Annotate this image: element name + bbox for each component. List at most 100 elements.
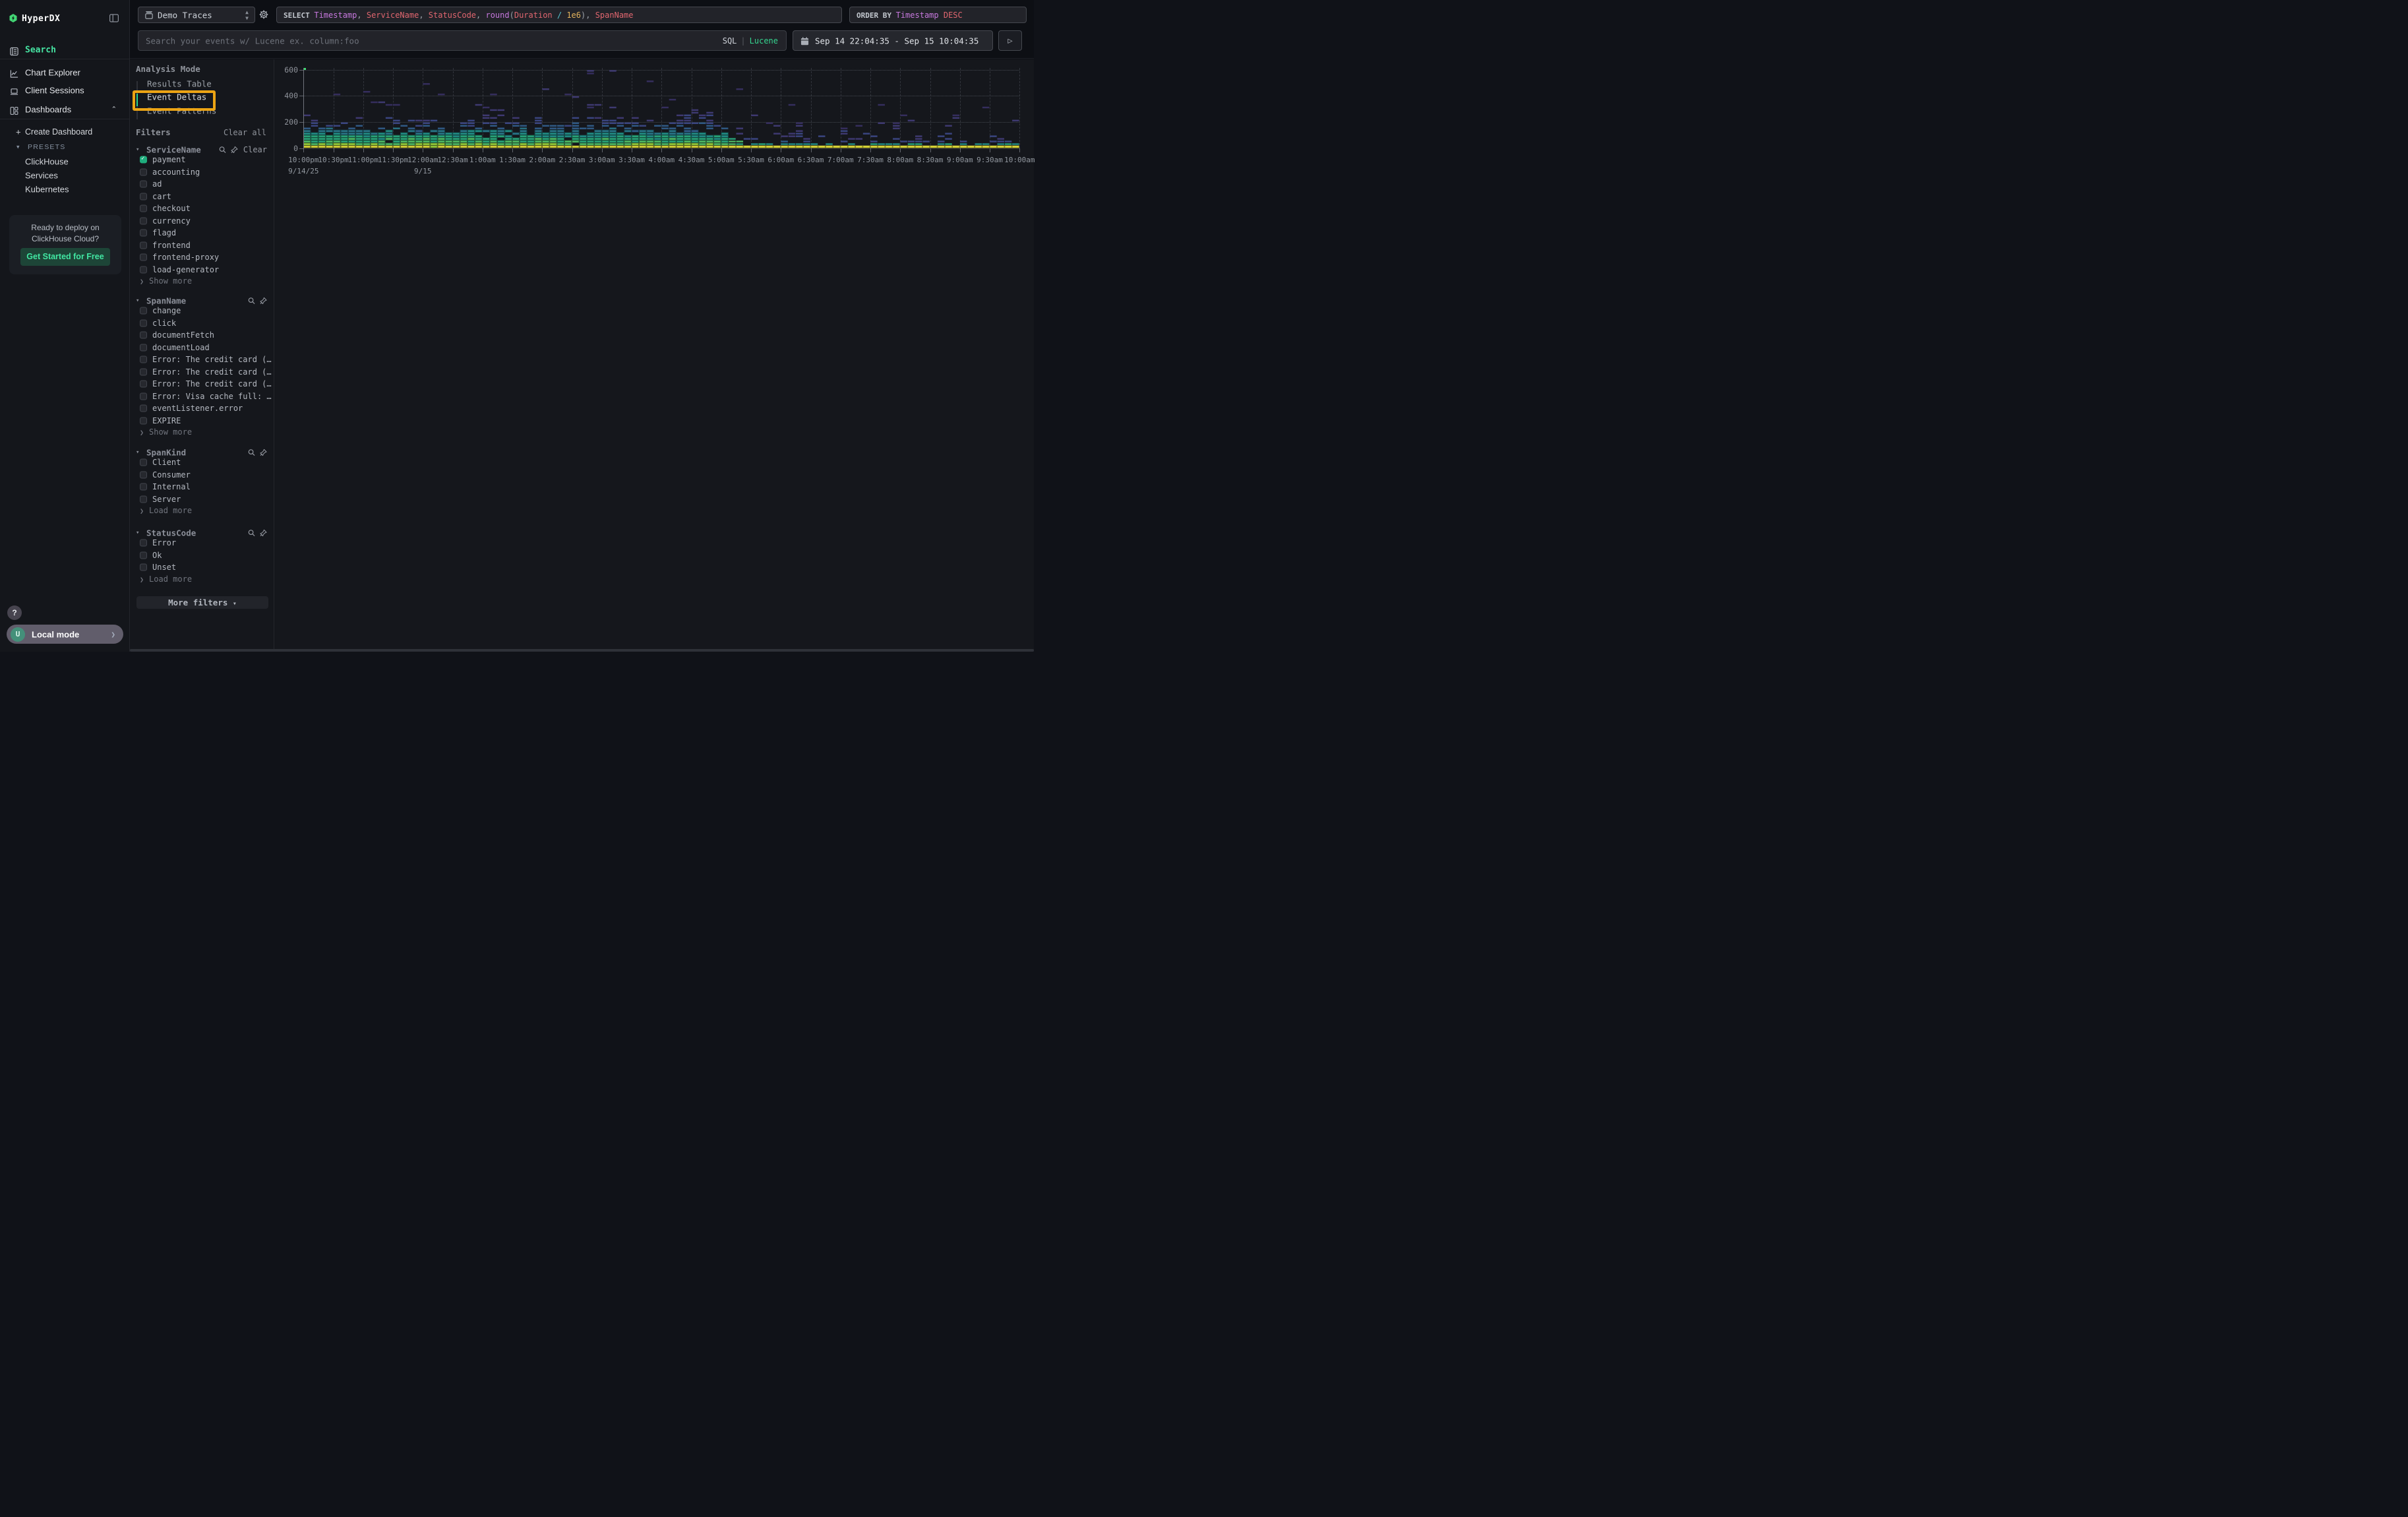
sidebar-item-search[interactable]: Search xyxy=(0,42,130,59)
filter-option-documentfetch[interactable]: documentFetch xyxy=(130,329,274,342)
search-input[interactable]: Search your events w/ Lucene ex. column:… xyxy=(138,30,787,51)
checkbox[interactable] xyxy=(140,193,147,200)
filter-option-error-the-credit-card-[interactable]: Error: The credit card (… xyxy=(130,378,274,390)
filter-option-ad[interactable]: ad xyxy=(130,178,274,191)
sidebar-item-client-sessions[interactable]: Client Sessions xyxy=(0,82,130,99)
gear-icon[interactable] xyxy=(259,10,268,19)
checkbox[interactable] xyxy=(140,551,147,559)
filter-option-documentload[interactable]: documentLoad xyxy=(130,342,274,354)
checkbox[interactable] xyxy=(140,241,147,249)
checkbox[interactable] xyxy=(140,266,147,273)
checkbox[interactable] xyxy=(140,344,147,351)
checkbox[interactable] xyxy=(140,168,147,175)
more-filters-button[interactable]: More filters ▾ xyxy=(136,596,268,609)
filter-show-more-button[interactable]: ❯Show more xyxy=(140,276,192,286)
filter-option-load-generator[interactable]: load-generator xyxy=(130,264,274,276)
filter-load-more-button[interactable]: ❯Load more xyxy=(140,574,192,584)
x-axis-label: 11:00pm xyxy=(348,156,378,164)
filter-show-more-button[interactable]: ❯Show more xyxy=(140,427,192,437)
select-query-token: round xyxy=(485,11,509,20)
get-started-button[interactable]: Get Started for Free xyxy=(20,248,110,266)
checkbox[interactable] xyxy=(140,405,147,412)
checkbox[interactable] xyxy=(140,495,147,503)
checkbox[interactable] xyxy=(140,307,147,315)
checkbox[interactable] xyxy=(140,181,147,188)
tab-event-patterns[interactable]: Event Patterns xyxy=(138,105,263,117)
filter-option-frontend-proxy[interactable]: frontend-proxy xyxy=(130,251,274,264)
filter-option-error-the-credit-card-[interactable]: Error: The credit card (… xyxy=(130,354,274,366)
preset-item-kubernetes[interactable]: Kubernetes xyxy=(0,182,130,197)
filter-option-click[interactable]: click xyxy=(130,317,274,330)
filter-option-checkout[interactable]: checkout xyxy=(130,202,274,215)
help-button[interactable]: ? xyxy=(7,605,22,620)
create-dashboard-button[interactable]: + Create Dashboard xyxy=(0,125,130,139)
checkbox[interactable] xyxy=(140,471,147,478)
run-query-button[interactable]: ▷ xyxy=(998,30,1022,51)
filter-option-flagd[interactable]: flagd xyxy=(130,227,274,239)
filter-option-frontend[interactable]: frontend xyxy=(130,239,274,252)
checkbox[interactable] xyxy=(140,392,147,400)
x-axis-label: 6:00am xyxy=(768,156,794,164)
source-select[interactable]: Demo Traces ▲▼ xyxy=(138,7,255,23)
scrollbar-thumb[interactable] xyxy=(130,649,1034,652)
sql-toggle[interactable]: SQL xyxy=(723,36,737,46)
presets-toggle[interactable]: ▾ PRESETS xyxy=(0,140,130,154)
filter-option-server[interactable]: Server xyxy=(130,493,274,506)
filter-group-clear-button[interactable]: Clear xyxy=(243,145,267,154)
filter-load-more-button[interactable]: ❯Load more xyxy=(140,506,192,515)
filter-option-payment[interactable]: payment xyxy=(130,154,274,166)
date-range-picker[interactable]: Sep 14 22:04:35 - Sep 15 10:04:35 xyxy=(793,30,993,51)
clear-all-button[interactable]: Clear all xyxy=(224,128,266,137)
checkbox[interactable] xyxy=(140,381,147,388)
checkbox[interactable] xyxy=(140,483,147,491)
checkbox[interactable] xyxy=(140,540,147,547)
chevron-down-icon[interactable]: ▾ xyxy=(136,146,139,153)
checkbox[interactable] xyxy=(140,564,147,571)
orderby-input[interactable]: ORDER BY Timestamp DESC xyxy=(849,7,1027,23)
filter-option-currency[interactable]: currency xyxy=(130,215,274,228)
preset-item-services[interactable]: Services xyxy=(0,168,130,183)
clickhouse-cloud-promo-card: Ready to deploy on ClickHouse Cloud? Get… xyxy=(9,215,121,274)
tab-event-deltas[interactable]: Event Deltas xyxy=(138,90,263,103)
select-query-token: , xyxy=(419,11,428,20)
checkbox[interactable] xyxy=(140,230,147,237)
filter-option-error[interactable]: Error xyxy=(130,537,274,549)
select-query-text: SELECT Timestamp, ServiceName, StatusCod… xyxy=(284,11,634,20)
tab-results-table[interactable]: Results Table xyxy=(138,77,263,90)
chevron-right-icon: ❯ xyxy=(140,429,144,437)
lucene-toggle[interactable]: Lucene xyxy=(750,36,778,46)
select-query-input[interactable]: SELECT Timestamp, ServiceName, StatusCod… xyxy=(276,7,842,23)
filter-option-consumer[interactable]: Consumer xyxy=(130,469,274,481)
checkbox[interactable] xyxy=(140,459,147,466)
heatmap-canvas[interactable] xyxy=(303,68,1019,148)
checkbox[interactable] xyxy=(140,217,147,224)
sidebar-collapse-icon[interactable] xyxy=(109,14,119,22)
filter-option-change[interactable]: change xyxy=(130,305,274,317)
checkbox[interactable] xyxy=(140,254,147,261)
horizontal-scrollbar[interactable] xyxy=(130,649,1034,652)
preset-item-clickhouse[interactable]: ClickHouse xyxy=(0,154,130,169)
filter-option-accounting[interactable]: accounting xyxy=(130,166,274,179)
checkbox[interactable] xyxy=(140,356,147,363)
local-mode-menu[interactable]: U Local mode ❯ xyxy=(7,625,123,644)
filter-option-ok[interactable]: Ok xyxy=(130,549,274,562)
filter-option-eventlistener-error[interactable]: eventListener.error xyxy=(130,402,274,415)
filter-option-unset[interactable]: Unset xyxy=(130,561,274,574)
chevron-down-icon[interactable]: ▾ xyxy=(136,449,139,456)
checkbox[interactable] xyxy=(140,332,147,339)
sidebar-item-dashboards[interactable]: Dashboards⌃ xyxy=(0,101,130,118)
filter-option-error-visa-cache-full-[interactable]: Error: Visa cache full: … xyxy=(130,390,274,403)
sidebar-item-chart-explorer[interactable]: Chart Explorer xyxy=(0,64,130,81)
filter-option-error-the-credit-card-[interactable]: Error: The credit card (… xyxy=(130,366,274,379)
filter-option-cart[interactable]: cart xyxy=(130,191,274,203)
chevron-down-icon[interactable]: ▾ xyxy=(136,297,139,304)
checkbox[interactable] xyxy=(140,417,147,424)
filter-option-expire[interactable]: EXPIRE xyxy=(130,415,274,427)
checkbox-checked[interactable] xyxy=(140,156,147,164)
checkbox[interactable] xyxy=(140,319,147,326)
checkbox[interactable] xyxy=(140,205,147,212)
checkbox[interactable] xyxy=(140,368,147,375)
filter-option-internal[interactable]: Internal xyxy=(130,481,274,493)
filter-option-client[interactable]: Client xyxy=(130,456,274,469)
chevron-down-icon[interactable]: ▾ xyxy=(136,530,139,536)
